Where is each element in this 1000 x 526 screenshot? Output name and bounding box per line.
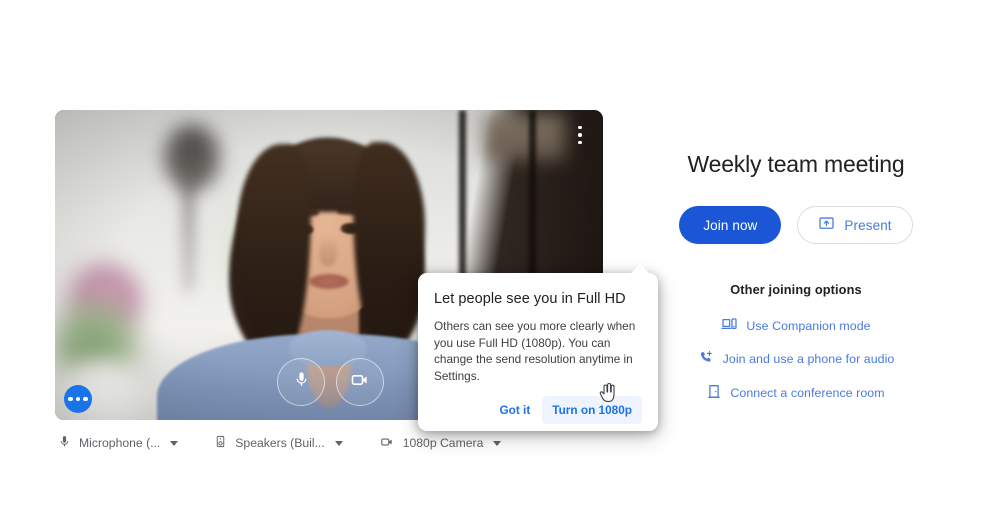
chevron-down-icon	[334, 440, 343, 446]
nose	[319, 234, 337, 266]
conference-room-icon	[707, 384, 721, 402]
present-screen-icon	[818, 216, 835, 234]
lips	[309, 274, 349, 289]
other-joining-options-label: Other joining options	[730, 282, 862, 297]
turn-on-1080p-button[interactable]: Turn on 1080p	[542, 396, 642, 424]
speaker-selector-label: Speakers (Buil...	[235, 436, 325, 450]
present-button-label: Present	[844, 217, 892, 233]
microphone-selector[interactable]: Microphone (...	[58, 434, 179, 452]
chevron-down-icon	[170, 440, 179, 446]
camera-toggle-button[interactable]	[336, 358, 384, 406]
device-selector-row: Microphone (... Speakers (Buil... 1080p …	[58, 434, 502, 452]
microphone-icon	[293, 371, 310, 393]
dialog-body: Others can see you more clearly when you…	[434, 319, 636, 383]
dialog-title: Let people see you in Full HD	[434, 291, 626, 307]
dot	[83, 396, 88, 402]
more-options-dots-button[interactable]	[64, 385, 92, 413]
speaker-icon	[214, 434, 227, 452]
kebab-dot	[578, 133, 582, 137]
connect-conference-room-label: Connect a conference room	[730, 386, 885, 400]
video-camera-icon	[350, 370, 370, 395]
video-more-options-button[interactable]	[569, 120, 591, 150]
companion-mode-icon	[721, 317, 738, 334]
join-button-group: Join now Present	[640, 206, 952, 244]
chevron-down-icon	[493, 440, 502, 446]
join-phone-audio-label: Join and use a phone for audio	[722, 352, 895, 366]
kebab-dot	[578, 140, 582, 145]
present-button[interactable]: Present	[797, 206, 913, 244]
background-picture-frame	[485, 114, 565, 160]
kebab-dot	[578, 125, 582, 130]
dot	[75, 396, 81, 402]
join-now-button[interactable]: Join now	[679, 206, 782, 244]
got-it-button[interactable]: Got it	[489, 396, 540, 424]
dot	[68, 396, 73, 402]
use-companion-mode-option[interactable]: Use Companion mode	[640, 317, 952, 334]
microphone-selector-label: Microphone (...	[79, 436, 161, 450]
dialog-actions: Got it Turn on 1080p	[434, 396, 642, 424]
speaker-selector[interactable]: Speakers (Buil...	[214, 434, 343, 452]
participant-self-image	[157, 138, 503, 420]
phone-audio-icon	[698, 350, 714, 368]
join-phone-audio-option[interactable]: Join and use a phone for audio	[640, 350, 952, 368]
use-companion-mode-label: Use Companion mode	[746, 318, 871, 333]
join-panel: Weekly team meeting Join now Present Oth…	[640, 150, 952, 402]
meeting-title: Weekly team meeting	[687, 151, 905, 177]
connect-conference-room-option[interactable]: Connect a conference room	[640, 384, 952, 402]
camera-selector-label: 1080p Camera	[402, 436, 484, 450]
microphone-icon	[58, 434, 71, 452]
camera-selector[interactable]: 1080p Camera	[379, 435, 502, 452]
full-hd-dialog: Let people see you in Full HD Others can…	[418, 264, 658, 431]
video-preview-area: Let people see you in Full HD Others can…	[55, 110, 658, 431]
camera-icon	[379, 435, 395, 452]
microphone-toggle-button[interactable]	[277, 358, 325, 406]
